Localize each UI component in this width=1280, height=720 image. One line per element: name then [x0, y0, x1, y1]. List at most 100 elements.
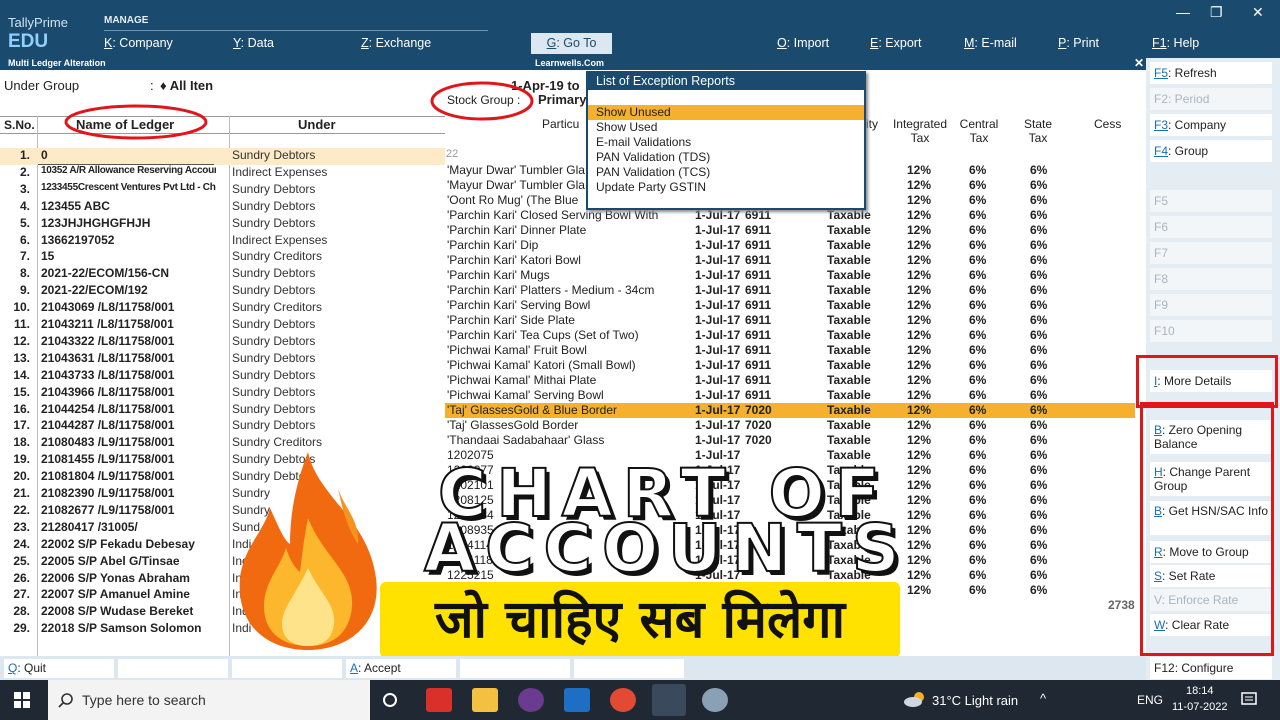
item-row[interactable]: 'Parchin Kari' Katori Bowl 1-Jul-17 6911 Ta… — [445, 253, 1135, 268]
ledger-under[interactable]: Sundry Debtors — [232, 351, 315, 365]
taskbar-search-box[interactable]: Type here to search — [48, 680, 370, 720]
ledger-name[interactable]: 22018 S/P Samson Solomon — [41, 621, 216, 635]
group-button[interactable]: F4: Group — [1150, 140, 1272, 162]
weather-icon[interactable] — [903, 690, 927, 708]
ledger-under[interactable]: Sundry Debtors — [232, 148, 315, 162]
ledger-name[interactable]: 2021-22/ECOM/192 — [41, 283, 216, 297]
tray-chevron-icon[interactable]: ^ — [1040, 691, 1046, 706]
ledger-name[interactable]: 13662197052 — [41, 233, 216, 247]
bottom-empty-button[interactable] — [118, 659, 228, 678]
popup-item-show-used[interactable]: Show Used — [588, 120, 864, 135]
table-row[interactable]: 5. 123JHJHGHGFHJH Sundry Debtors — [0, 216, 445, 233]
f5-button[interactable]: F5 — [1150, 190, 1272, 212]
tally-active-icon[interactable] — [652, 684, 686, 716]
ledger-name[interactable]: 1233455Crescent Ventures Pvt Ltd - Chenn… — [41, 182, 216, 193]
item-row[interactable]: 'Pichwai Kamal' Mithai Plate 1-Jul-17 6911… — [445, 373, 1135, 388]
ledger-under[interactable]: Sundry Debtors — [232, 317, 315, 331]
table-row[interactable]: 15. 21043966 /L8/11758/001 Sundry Debtors — [0, 385, 445, 402]
table-row[interactable]: 9. 2021-22/ECOM/192 Sundry Debtors — [0, 283, 445, 300]
table-row[interactable]: 16. 21044254 /L8/11758/001 Sundry Debtors — [0, 402, 445, 419]
ledger-name[interactable]: 21043966 /L8/11758/001 — [41, 385, 216, 399]
item-row[interactable]: 'Parchin Kari' Closed Serving Bowl With 1… — [445, 208, 1135, 223]
task-view-icon[interactable] — [381, 691, 399, 709]
weather-text[interactable]: 31°C Light rain — [932, 693, 1018, 708]
menu-company[interactable]: K: Company — [104, 36, 173, 50]
table-row[interactable]: 4. 123455 ABC Sundry Debtors — [0, 199, 445, 216]
item-row[interactable]: 'Parchin Kari' Platters - Medium - 34cm 1… — [445, 283, 1135, 298]
menu-email[interactable]: M: E-mail — [964, 36, 1017, 50]
ledger-under[interactable]: Indirect Expenses — [232, 233, 327, 247]
ledger-name[interactable]: 22007 S/P Amanuel Amine — [41, 587, 216, 601]
ledger-name[interactable]: 21044254 /L8/11758/001 — [41, 402, 216, 416]
item-row[interactable]: 'Taj' GlassesGold & Blue Border 1-Jul-17 7… — [445, 403, 1135, 418]
ledger-name[interactable]: 21082677 /L9/11758/001 — [41, 503, 216, 517]
table-row[interactable]: 17. 21044287 /L8/11758/001 Sundry Debtors — [0, 418, 445, 435]
popup-item-show-unused[interactable]: Show Unused — [588, 105, 864, 120]
table-row[interactable]: 7. 15 Sundry Creditors — [0, 249, 445, 266]
popup-item-pan-tds[interactable]: PAN Validation (TDS) — [588, 150, 864, 165]
refresh-button[interactable]: F5: Refresh — [1150, 62, 1272, 84]
app-icon[interactable] — [426, 688, 452, 712]
menu-go-to[interactable]: G: Go To — [531, 33, 612, 54]
clock-date[interactable]: 11-07-2022 — [1172, 701, 1227, 713]
ledger-under[interactable]: Sundry Debtors — [232, 368, 315, 382]
f9-button[interactable]: F9 — [1150, 294, 1272, 316]
table-row[interactable]: 11. 21043211 /L8/11758/001 Sundry Debtors — [0, 317, 445, 334]
ledger-name[interactable]: 10352 A/R Allowance Reserving Account — [41, 165, 216, 176]
menu-exchange[interactable]: Z: Exchange — [361, 36, 431, 50]
period-button[interactable]: F2: Period — [1150, 88, 1272, 110]
company-button[interactable]: F3: Company — [1150, 114, 1272, 136]
ledger-name[interactable]: 21081804 /L9/11758/001 — [41, 469, 216, 483]
bottom-empty-button[interactable] — [574, 659, 684, 678]
ledger-name[interactable]: 15 — [41, 249, 216, 263]
popup-item-update-gstin[interactable]: Update Party GSTIN — [588, 180, 864, 195]
table-row[interactable]: 2. 10352 A/R Allowance Reserving Account I… — [0, 165, 445, 182]
ledger-name[interactable]: 21043733 /L8/11758/001 — [41, 368, 216, 382]
item-row[interactable]: 'Pichwai Kamal' Katori (Small Bowl) 1-Jul… — [445, 358, 1135, 373]
item-row[interactable]: 'Pichwai Kamal' Fruit Bowl 1-Jul-17 6911 Ta… — [445, 343, 1135, 358]
menu-export[interactable]: E: Export — [870, 36, 921, 50]
close-screen-icon[interactable]: ✕ — [1134, 56, 1144, 70]
stock-group-value[interactable]: Primary — [538, 92, 586, 107]
table-row[interactable]: 3. 1233455Crescent Ventures Pvt Ltd - Che… — [0, 182, 445, 199]
item-row[interactable]: 'Parchin Kari' Mugs 1-Jul-17 6911 Taxable 12… — [445, 268, 1135, 283]
item-row[interactable]: 'Parchin Kari' Dip 1-Jul-17 6911 Taxable 12%… — [445, 238, 1135, 253]
ledger-name[interactable]: 21043211 /L8/11758/001 — [41, 317, 216, 331]
ledger-name[interactable]: 22006 S/P Yonas Abraham — [41, 571, 216, 585]
item-row[interactable]: 'Taj' GlassesGold Border 1-Jul-17 7020 Taxa… — [445, 418, 1135, 433]
table-row[interactable]: 13. 21043631 /L8/11758/001 Sundry Debtors — [0, 351, 445, 368]
ledger-under[interactable]: Sundry Debtors — [232, 418, 315, 432]
item-row[interactable]: 'Parchin Kari' Tea Cups (Set of Two) 1-Ju… — [445, 328, 1135, 343]
ledger-under[interactable]: Indirect Expenses — [232, 165, 327, 179]
ledger-name[interactable]: 21080483 /L9/11758/001 — [41, 435, 216, 449]
popup-item-pan-tcs[interactable]: PAN Validation (TCS) — [588, 165, 864, 180]
ledger-name[interactable]: 22008 S/P Wudase Bereket — [41, 604, 216, 618]
ledger-name[interactable]: 21280417 /31005/ — [41, 520, 216, 534]
item-row[interactable]: 'Parchin Kari' Side Plate 1-Jul-17 6911 Tax… — [445, 313, 1135, 328]
ledger-name[interactable]: 123JHJHGHGFHJH — [41, 216, 216, 230]
minimize-icon[interactable]: — — [1176, 4, 1190, 20]
windows-start-icon[interactable] — [14, 692, 30, 708]
edit-cursor-box[interactable] — [38, 148, 214, 165]
ledger-name[interactable]: 22002 S/P Fekadu Debesay — [41, 537, 216, 551]
ledger-name[interactable]: 22005 S/P Abel G/Tinsae — [41, 554, 216, 568]
ledger-under[interactable]: Sundry Debtors — [232, 266, 315, 280]
menu-data[interactable]: Y: Data — [233, 36, 274, 50]
ledger-under[interactable]: Sundry Creditors — [232, 300, 322, 314]
configure-button[interactable]: F12: Configure — [1150, 657, 1272, 679]
outlook-icon[interactable] — [564, 688, 590, 712]
bottom-empty-button[interactable] — [232, 659, 342, 678]
item-row[interactable]: 'Pichwai Kamal' Serving Bowl 1-Jul-17 6911… — [445, 388, 1135, 403]
table-row[interactable]: 6. 13662197052 Indirect Expenses — [0, 233, 445, 250]
notification-icon[interactable] — [1241, 692, 1257, 708]
clock-time[interactable]: 18:14 — [1186, 685, 1214, 697]
table-row[interactable]: 8. 2021-22/ECOM/156-CN Sundry Debtors — [0, 266, 445, 283]
ledger-name[interactable]: 123455 ABC — [41, 199, 216, 213]
menu-import[interactable]: O: Import — [777, 36, 829, 50]
ledger-name[interactable]: 2021-22/ECOM/156-CN — [41, 266, 216, 280]
ledger-under[interactable]: Sundry Debtors — [232, 402, 315, 416]
app-icon[interactable] — [518, 688, 544, 712]
ledger-name[interactable]: 21043631 /L8/11758/001 — [41, 351, 216, 365]
ledger-name[interactable]: 21043322 /L8/11758/001 — [41, 334, 216, 348]
table-row[interactable]: 10. 21043069 /L8/11758/001 Sundry Creditor… — [0, 300, 445, 317]
